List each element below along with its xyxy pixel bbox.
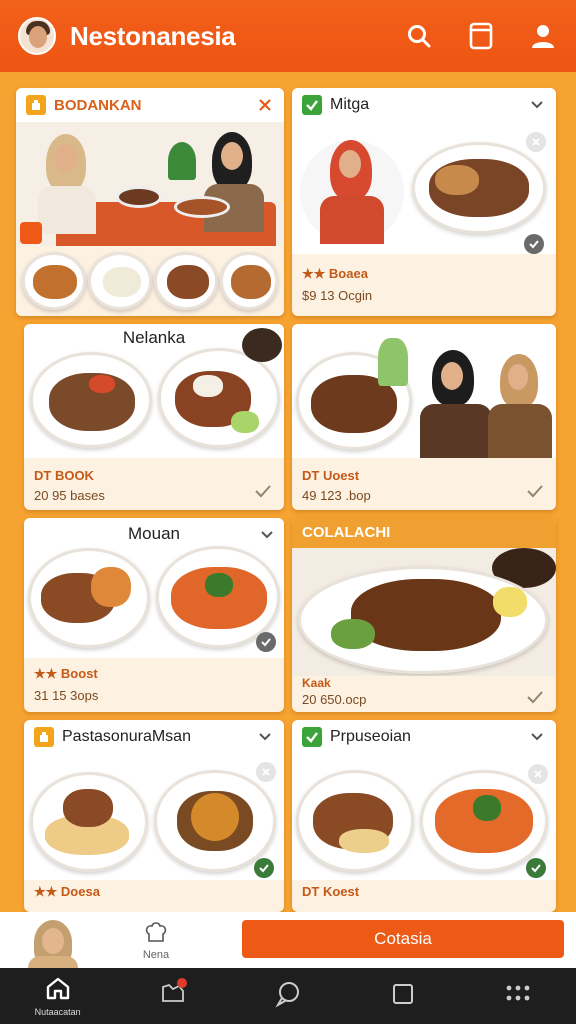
food-card[interactable]: PastasonuraMsan ★★ Doesa xyxy=(24,720,284,912)
food-card[interactable]: Prpuseoian DT Koest xyxy=(292,720,556,912)
dish-photo xyxy=(292,548,556,676)
grid-menu-icon xyxy=(505,984,531,1009)
rating-text: Doesa xyxy=(60,884,100,899)
selected-check-icon[interactable] xyxy=(526,858,546,878)
nav-home-label: Nutaacatan xyxy=(34,1006,81,1017)
rating-label: ★★ Doesa xyxy=(34,884,100,899)
primary-action-button[interactable]: Cotasia xyxy=(242,920,564,958)
check-icon[interactable] xyxy=(526,690,544,708)
chevron-down-icon[interactable] xyxy=(528,96,546,114)
nav-messages[interactable] xyxy=(230,968,345,1024)
rating-text: DT Koest xyxy=(302,884,360,899)
card-header: PastasonuraMsan xyxy=(24,720,284,754)
nav-orders[interactable] xyxy=(346,968,461,1024)
selected-check-icon[interactable] xyxy=(254,858,274,878)
chevron-down-icon[interactable] xyxy=(528,728,546,746)
card-title: COLALACHI xyxy=(302,524,391,541)
dismiss-icon[interactable] xyxy=(528,764,548,784)
bottom-navbar: Nutaacatan xyxy=(0,968,576,1024)
card-title: Mitga xyxy=(330,96,370,113)
dish-photo: Mouan xyxy=(24,518,284,658)
user-avatar[interactable] xyxy=(18,17,56,55)
rating-text: Kaak xyxy=(302,676,331,690)
nav-shortcut-label: Nena xyxy=(142,949,170,961)
nav-notifications[interactable] xyxy=(115,968,230,1024)
checkbox-checked-icon[interactable] xyxy=(302,95,322,115)
price-text: 49 123 .bop xyxy=(302,488,371,503)
food-card[interactable]: Mouan ★★ Boost 31 15 3ops xyxy=(24,518,284,712)
check-icon[interactable] xyxy=(254,484,272,502)
rating-text: Boaea xyxy=(328,266,368,281)
selected-check-icon[interactable] xyxy=(256,632,276,652)
top-bar: Nestonanesia xyxy=(0,0,576,72)
tag-icon xyxy=(26,95,46,115)
dismiss-icon[interactable] xyxy=(526,132,546,152)
card-title: BODANKAN xyxy=(54,96,142,114)
chef-hat-icon xyxy=(134,920,178,949)
user-photo[interactable] xyxy=(22,916,84,968)
dish-photo xyxy=(292,122,556,254)
card-header: Mitga xyxy=(292,88,556,122)
rating-text: Boost xyxy=(60,666,98,681)
bookmark-icon[interactable] xyxy=(464,19,498,53)
rating-label: ★★ Boost xyxy=(34,666,98,681)
card-title: Mouan xyxy=(128,524,180,543)
profile-icon[interactable] xyxy=(526,19,560,53)
rating-text: DT BOOK xyxy=(34,468,94,483)
food-card[interactable]: BODANKAN xyxy=(16,88,284,316)
app-title: Nestonanesia xyxy=(70,20,236,51)
selected-check-icon[interactable] xyxy=(524,234,544,254)
price-text: $9 13 Ocgin xyxy=(302,288,373,303)
dish-photo xyxy=(292,754,556,880)
card-header: COLALACHI xyxy=(292,518,556,548)
check-icon[interactable] xyxy=(526,484,544,502)
search-icon[interactable] xyxy=(402,19,436,53)
nav-shortcut[interactable]: Nena xyxy=(134,920,178,961)
food-card[interactable]: COLALACHI Kaak 20 650.ocp xyxy=(292,518,556,712)
price-text: 20 95 bases xyxy=(34,488,105,503)
card-header: BODANKAN xyxy=(16,88,284,122)
dish-photo xyxy=(24,754,284,880)
dish-photo xyxy=(292,324,556,458)
nav-menu[interactable] xyxy=(461,968,576,1024)
close-icon[interactable] xyxy=(256,96,274,114)
square-icon xyxy=(391,982,415,1011)
food-card[interactable]: Mitga ★★ Boaea $9 13 Ocgin xyxy=(292,88,556,316)
dining-photo xyxy=(16,122,284,246)
chevron-down-icon[interactable] xyxy=(258,526,276,544)
rating-label: ★★ Boaea xyxy=(302,266,368,281)
food-card[interactable]: Nelanka DT BOOK 20 95 bases xyxy=(24,324,284,510)
price-text: 20 650.ocp xyxy=(302,692,367,707)
tag-icon xyxy=(34,727,54,747)
chat-icon xyxy=(274,980,302,1013)
price-text: 31 15 3ops xyxy=(34,688,99,703)
chevron-down-icon[interactable] xyxy=(256,728,274,746)
rating-text: DT Uoest xyxy=(302,468,360,483)
dish-photo: Nelanka xyxy=(24,324,284,458)
food-card[interactable]: DT Uoest 49 123 .bop xyxy=(292,324,556,510)
nav-home[interactable]: Nutaacatan xyxy=(0,968,115,1024)
checkbox-checked-icon[interactable] xyxy=(302,727,322,747)
bottom-action-bar: Nena Cotasia xyxy=(0,912,576,968)
dismiss-icon[interactable] xyxy=(256,762,276,782)
home-icon xyxy=(45,976,71,1005)
card-title: Prpuseoian xyxy=(330,728,411,745)
card-title: PastasonuraMsan xyxy=(62,728,191,745)
card-header: Prpuseoian xyxy=(292,720,556,754)
